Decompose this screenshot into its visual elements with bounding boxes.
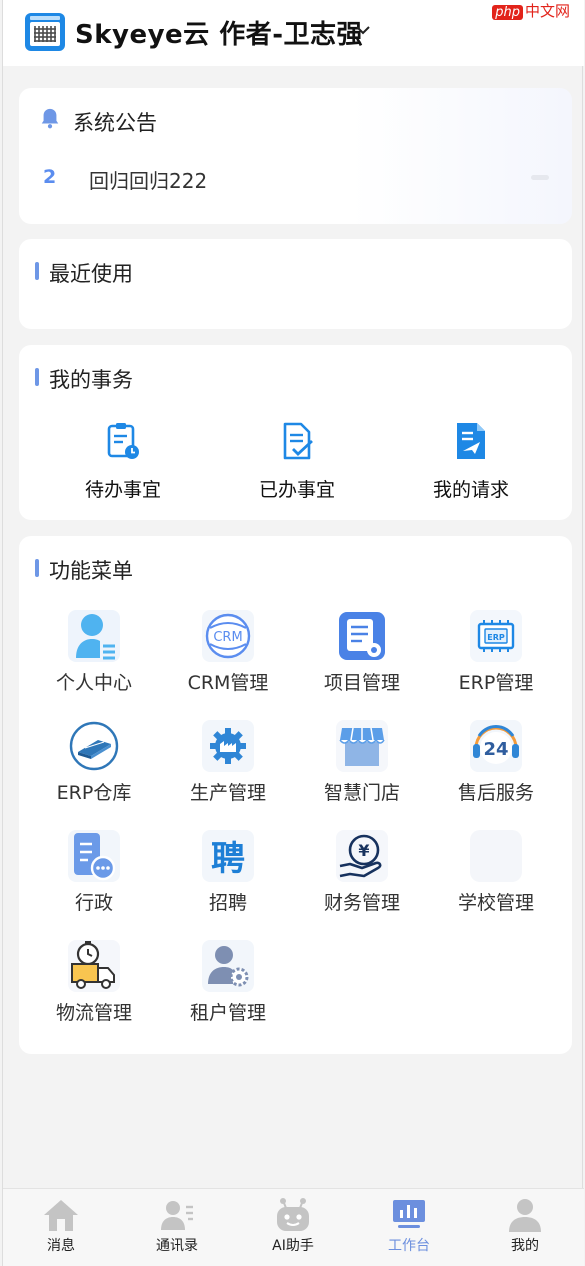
- paper-plane-document-icon: [457, 423, 485, 459]
- section-accent-bar: [35, 559, 39, 577]
- tab-label: 消息: [47, 1238, 75, 1254]
- menu-label: CRM管理: [187, 672, 269, 694]
- recruit-character-icon: 聘: [202, 830, 254, 882]
- tab-label: AI助手: [272, 1238, 314, 1254]
- app-frame: Skyeye云 作者-卫志强 php 中文网 系统公告 2 回归回归222 最近使…: [2, 0, 584, 1266]
- home-icon: [44, 1200, 78, 1231]
- menu-label: 行政: [74, 892, 113, 914]
- menu-item-recruit[interactable]: 聘 招聘: [161, 830, 295, 915]
- menu-label: 售后服务: [457, 782, 534, 804]
- menu-item-school[interactable]: 学校管理: [429, 830, 563, 915]
- menu-label: 生产管理: [189, 782, 266, 804]
- menu-item-crm[interactable]: CRM CRM管理: [161, 610, 295, 695]
- factory-gear-icon: [202, 720, 254, 772]
- menu-label: ERP管理: [458, 672, 534, 694]
- yuan-hand-icon: ¥: [336, 830, 388, 882]
- menu-item-personal-center[interactable]: 个人中心: [27, 610, 161, 695]
- tab-mine[interactable]: 我的: [467, 1189, 583, 1266]
- tenant-user-gear-icon: [202, 940, 254, 992]
- tab-ai-assistant[interactable]: AI助手: [235, 1189, 351, 1266]
- store-awning-icon: [336, 720, 388, 772]
- profile-icon: [509, 1199, 541, 1232]
- chevron-down-icon[interactable]: [355, 22, 371, 38]
- menu-item-finance[interactable]: ¥ 财务管理: [295, 830, 429, 915]
- warehouse-box-icon: [69, 721, 119, 771]
- recent-card: 最近使用: [19, 239, 572, 329]
- contacts-icon: [161, 1201, 193, 1230]
- affair-requests-label: 我的请求: [432, 479, 509, 501]
- section-accent-bar: [35, 368, 39, 386]
- tab-label: 通讯录: [156, 1238, 198, 1254]
- erp-chip-icon: ERP: [470, 610, 522, 662]
- crm-badge-icon: CRM: [202, 610, 254, 662]
- erp-badge-text: ERP: [487, 633, 505, 642]
- headset-24-icon: 24: [470, 720, 522, 772]
- project-clipboard-icon: [339, 612, 385, 660]
- app-logo-icon[interactable]: [25, 13, 65, 51]
- recent-title: 最近使用: [49, 262, 133, 286]
- affair-requests[interactable]: 我的请求: [401, 421, 541, 502]
- menu-item-smart-store[interactable]: 智慧门店: [295, 720, 429, 805]
- affair-done[interactable]: 已办事宜: [227, 421, 367, 502]
- affairs-card: 我的事务 待办事宜 已办事宜 我的请求: [19, 345, 572, 520]
- notice-item[interactable]: 回归回归222: [89, 165, 207, 194]
- watermark: php 中文网: [492, 0, 570, 21]
- menu-item-project[interactable]: 项目管理: [295, 610, 429, 695]
- workbench-chart-icon: [393, 1200, 425, 1228]
- crm-badge-text: CRM: [213, 630, 242, 645]
- notice-title: 系统公告: [73, 111, 157, 135]
- notice-count: 2: [43, 166, 57, 188]
- person-list-icon: [68, 610, 120, 662]
- tab-contacts[interactable]: 通讯录: [119, 1189, 235, 1266]
- menu-item-erp-warehouse[interactable]: ERP仓库: [27, 720, 161, 805]
- affairs-title: 我的事务: [49, 368, 133, 392]
- admin-document-icon: [68, 830, 120, 882]
- finance-badge-text: ¥: [358, 841, 369, 860]
- watermark-brand: php: [492, 5, 523, 20]
- watermark-text: 中文网: [524, 2, 570, 20]
- menu-item-after-sales[interactable]: 24 售后服务: [429, 720, 563, 805]
- app-title[interactable]: Skyeye云 作者-卫志强: [75, 14, 363, 51]
- menu-label: ERP仓库: [56, 782, 132, 804]
- headset-badge-text: 24: [483, 739, 508, 760]
- menu-item-tenant[interactable]: 租户管理: [161, 940, 295, 1025]
- document-check-icon: [283, 422, 313, 460]
- bell-icon: [41, 108, 59, 129]
- school-icon: [470, 830, 522, 882]
- menu-label: 个人中心: [55, 672, 132, 694]
- function-menu-card: 功能菜单 个人中心 CRM CRM管理 项目管理 ERP ERP管理 ERP仓库…: [19, 536, 572, 1054]
- recruit-badge-text: 聘: [211, 839, 245, 879]
- tab-workbench[interactable]: 工作台: [351, 1189, 467, 1266]
- notice-more-indicator[interactable]: [531, 175, 549, 180]
- menu-label: 智慧门店: [323, 782, 400, 804]
- menu-item-erp[interactable]: ERP ERP管理: [429, 610, 563, 695]
- menu-label: 财务管理: [323, 892, 400, 914]
- menu-label: 项目管理: [323, 672, 400, 694]
- affair-todo-label: 待办事宜: [84, 479, 161, 501]
- tab-label: 我的: [511, 1238, 539, 1254]
- delivery-truck-icon: [68, 940, 120, 992]
- affair-done-label: 已办事宜: [258, 479, 335, 501]
- menu-item-production[interactable]: 生产管理: [161, 720, 295, 805]
- menu-label: 租户管理: [189, 1002, 266, 1024]
- tab-messages[interactable]: 消息: [3, 1189, 119, 1266]
- menu-item-logistics[interactable]: 物流管理: [27, 940, 161, 1025]
- tab-label: 工作台: [388, 1238, 430, 1254]
- section-accent-bar: [35, 262, 39, 280]
- app-header: Skyeye云 作者-卫志强 php 中文网: [3, 0, 584, 66]
- menu-label: 学校管理: [457, 892, 534, 914]
- robot-icon: [277, 1198, 309, 1231]
- notice-card: 系统公告 2 回归回归222: [19, 88, 572, 224]
- clipboard-clock-icon: [107, 423, 139, 459]
- menu-label: 招聘: [208, 892, 247, 914]
- affair-todo[interactable]: 待办事宜: [53, 421, 193, 502]
- menu-label: 物流管理: [55, 1002, 132, 1024]
- bottom-tabbar: 消息 通讯录 AI助手 工作台 我的: [3, 1188, 584, 1266]
- menu-title: 功能菜单: [49, 559, 133, 583]
- menu-item-admin[interactable]: 行政: [27, 830, 161, 915]
